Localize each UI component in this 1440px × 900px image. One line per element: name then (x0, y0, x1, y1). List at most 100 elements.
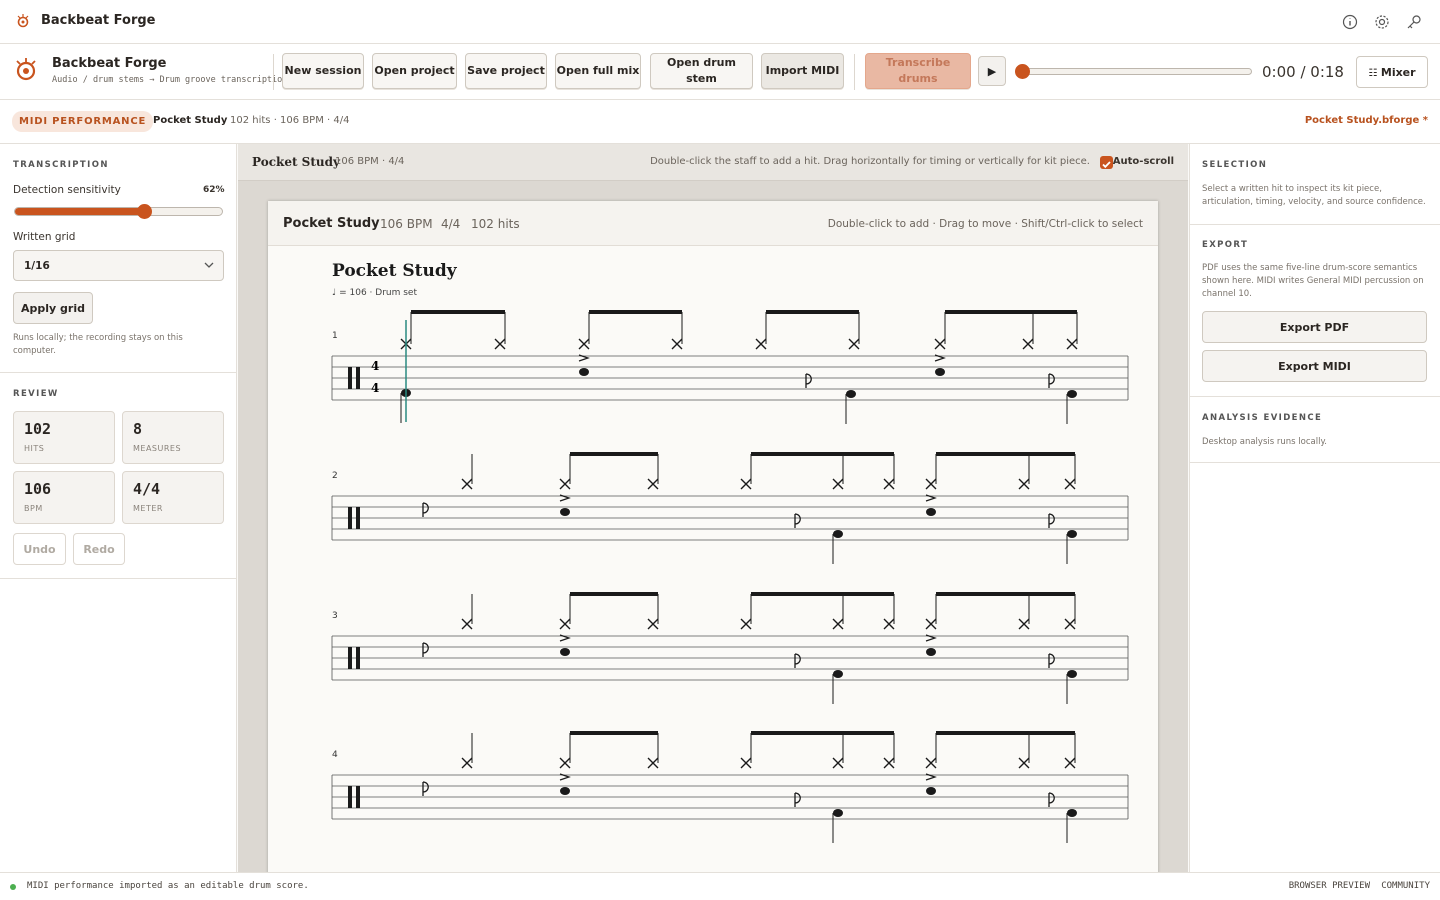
app-logo-icon (17, 14, 29, 28)
sensitivity-handle[interactable] (136, 204, 152, 219)
open-full-mix-button[interactable]: Open full mix (555, 53, 641, 89)
seek-bar[interactable] (1022, 68, 1252, 75)
hihat-note (925, 478, 937, 490)
redo-button[interactable]: Redo (73, 533, 125, 565)
divider (0, 578, 237, 579)
rest (422, 781, 429, 796)
seek-handle[interactable] (1015, 64, 1030, 79)
time-readout: 0:00 / 0:18 (1262, 63, 1344, 81)
kick-note (833, 530, 843, 538)
note-beam (570, 731, 658, 735)
hihat-note (559, 478, 571, 490)
snare-note (926, 787, 936, 795)
hihat-note (1064, 618, 1076, 630)
export-pdf-button[interactable]: Export PDF (1202, 311, 1427, 343)
sensitivity-slider[interactable] (14, 207, 223, 216)
autoscroll-label[interactable]: Auto-scroll (1113, 156, 1174, 167)
hihat-note (461, 478, 473, 490)
note-beam (945, 310, 1077, 314)
transcribe-drums-button[interactable]: Transcribe drums (865, 53, 971, 89)
divider (854, 54, 855, 90)
hihat-note (578, 338, 590, 350)
note-beam (589, 310, 682, 314)
hihat-note (1018, 618, 1030, 630)
hihat-note (461, 757, 473, 769)
hihat-note (1066, 338, 1078, 350)
snare-note (926, 508, 936, 516)
info-icon[interactable] (1341, 13, 1359, 31)
hihat-note (1018, 757, 1030, 769)
app-logo-icon (16, 58, 36, 81)
open-project-button[interactable]: Open project (372, 53, 457, 89)
staff-system: 2 (331, 471, 1129, 541)
main-toolbar: Backbeat Forge Audio / drum stems → Drum… (0, 44, 1440, 100)
percussion-clef (348, 786, 352, 808)
percussion-clef (348, 507, 352, 529)
drum-score[interactable]: Pocket Study ♩ = 106 · Drum set 1 4 4 2 3 4 (268, 246, 1158, 872)
score-toolbar: Pocket Study 106 BPM · 4/4 Double-click … (238, 144, 1188, 181)
note-beam (570, 592, 658, 596)
snare-note (560, 648, 570, 656)
rest (1048, 653, 1055, 668)
divider (1190, 462, 1440, 463)
mixer-button[interactable]: ☷ Mixer (1356, 56, 1428, 88)
hihat-note (740, 478, 752, 490)
undo-button[interactable]: Undo (13, 533, 66, 565)
percussion-clef (348, 367, 352, 389)
hihat-note (755, 338, 767, 350)
key-icon[interactable] (1405, 13, 1423, 31)
hihat-note (848, 338, 860, 350)
export-heading: EXPORT (1202, 240, 1249, 250)
apply-grid-button[interactable]: Apply grid (13, 292, 93, 324)
rest (1048, 792, 1055, 807)
transcription-heading: TRANSCRIPTION (13, 160, 109, 170)
divider (273, 54, 274, 90)
note-beam (766, 310, 859, 314)
stat-card-meter: 4/4 METER (122, 471, 224, 524)
hihat-note (740, 757, 752, 769)
autoscroll-checkbox[interactable] (1100, 156, 1113, 169)
snare-note (926, 648, 936, 656)
stat-value: 102 (24, 420, 52, 438)
selection-text: Select a written hit to inspect its kit … (1202, 184, 1426, 207)
page-hit-count: 102 hits (471, 217, 520, 231)
rest (422, 642, 429, 657)
divider (1190, 224, 1440, 225)
time-signature-top: 4 (371, 359, 379, 373)
snare-note (560, 787, 570, 795)
percussion-clef (356, 786, 360, 808)
hihat-note (559, 618, 571, 630)
play-button[interactable]: ▶ (978, 56, 1006, 86)
settings-gear-icon[interactable] (1373, 13, 1391, 31)
import-midi-button[interactable]: Import MIDI (761, 53, 844, 89)
stat-label: BPM (24, 504, 43, 513)
sensitivity-value: 62% (203, 185, 225, 195)
save-project-button[interactable]: Save project (465, 53, 547, 89)
status-ok-icon (10, 884, 16, 890)
score-viewport[interactable]: Pocket Study 106 BPM · 4/4 Double-click … (238, 144, 1188, 872)
check-icon (1102, 161, 1111, 169)
divider (1190, 396, 1440, 397)
hihat-note (832, 757, 844, 769)
new-session-button[interactable]: New session (282, 53, 364, 89)
percussion-clef (356, 647, 360, 669)
community-link[interactable]: COMMUNITY (1381, 881, 1430, 891)
percussion-clef (356, 507, 360, 529)
browser-preview-link[interactable]: BROWSER PREVIEW (1289, 881, 1370, 891)
mixer-icon: ☷ (1368, 67, 1381, 79)
stat-label: MEASURES (133, 444, 182, 453)
note-beam (936, 731, 1075, 735)
rest (422, 502, 429, 517)
grid-select[interactable]: 1/16 (13, 250, 224, 281)
document-header: MIDI PERFORMANCE Pocket Study 102 hits ·… (0, 100, 1440, 144)
score-title: Pocket Study (332, 261, 458, 281)
hihat-note (925, 757, 937, 769)
open-drum-stem-button[interactable]: Open drum stem (650, 53, 753, 89)
hihat-note (740, 618, 752, 630)
score-meta: 106 BPM · 4/4 (335, 156, 405, 167)
grid-label: Written grid (13, 231, 76, 243)
rest (794, 513, 801, 528)
project-file-name: Pocket Study.bforge * (1304, 115, 1428, 126)
export-midi-button[interactable]: Export MIDI (1202, 350, 1427, 382)
page-meter: 4/4 (441, 217, 461, 231)
